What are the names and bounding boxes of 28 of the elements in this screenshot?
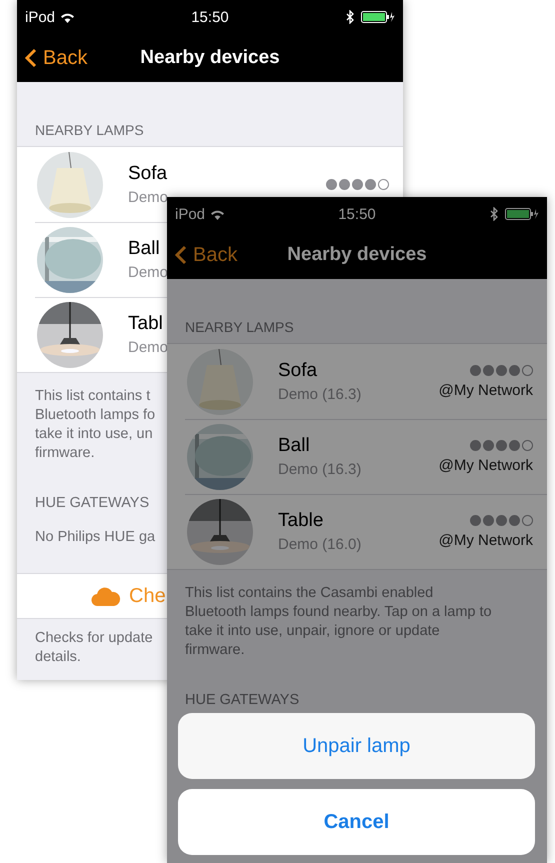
lamp-detail: Demo <box>128 264 168 281</box>
lamp-name: Ball <box>278 435 310 457</box>
lamp-name: Ball <box>128 238 160 260</box>
carrier-label: iPod <box>175 206 206 222</box>
section-header: NEARBY LAMPS <box>34 121 144 140</box>
lamp-name: Table <box>278 510 324 532</box>
network-label: @My Network <box>438 532 533 548</box>
network-label: @My Network <box>438 382 533 398</box>
footer-text: Checks for update details. <box>34 629 153 667</box>
lamp-detail: Demo (16.3) <box>278 386 362 403</box>
gateway-message: No Philips HUE ga <box>34 528 156 545</box>
lamp-name: Sofa <box>278 360 318 382</box>
network-label: @My Network <box>438 456 533 474</box>
lamp-detail: Demo (16.0) <box>278 536 362 553</box>
section-header: HUE GATEWAYS <box>184 691 300 708</box>
section-header: NEARBY LAMPS <box>184 318 294 337</box>
screen-title: Nearby devices <box>287 244 427 266</box>
lamp-detail: Demo <box>128 189 168 206</box>
description-text: This list contains t Bluetooth lamps fo take it into use, un firmware. <box>34 387 156 463</box>
lamp-detail: Demo (16.3) <box>278 461 362 478</box>
lamp-name: Tabl <box>128 313 163 335</box>
screen-title: Nearby devices <box>140 47 280 69</box>
section-header: HUE GATEWAYS <box>34 494 150 511</box>
lamp-detail: Demo <box>128 339 168 356</box>
lamp-name: Sofa <box>128 163 168 185</box>
carrier-label: iPod <box>25 8 56 26</box>
status-time: 15:50 <box>191 8 229 26</box>
status-time: 15:50 <box>338 206 376 222</box>
